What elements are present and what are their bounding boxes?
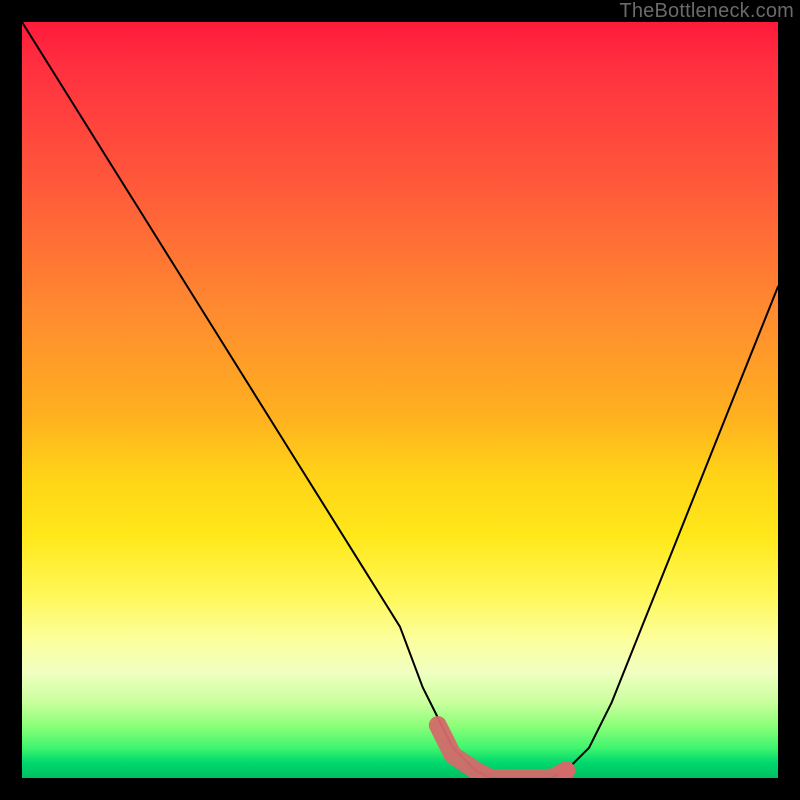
chart-frame: TheBottleneck.com bbox=[0, 0, 800, 800]
watermark-text: TheBottleneck.com bbox=[619, 0, 794, 23]
bottleneck-curve bbox=[22, 22, 778, 778]
optimal-zone-highlight bbox=[438, 725, 567, 778]
chart-svg bbox=[22, 22, 778, 778]
plot-area bbox=[22, 22, 778, 778]
